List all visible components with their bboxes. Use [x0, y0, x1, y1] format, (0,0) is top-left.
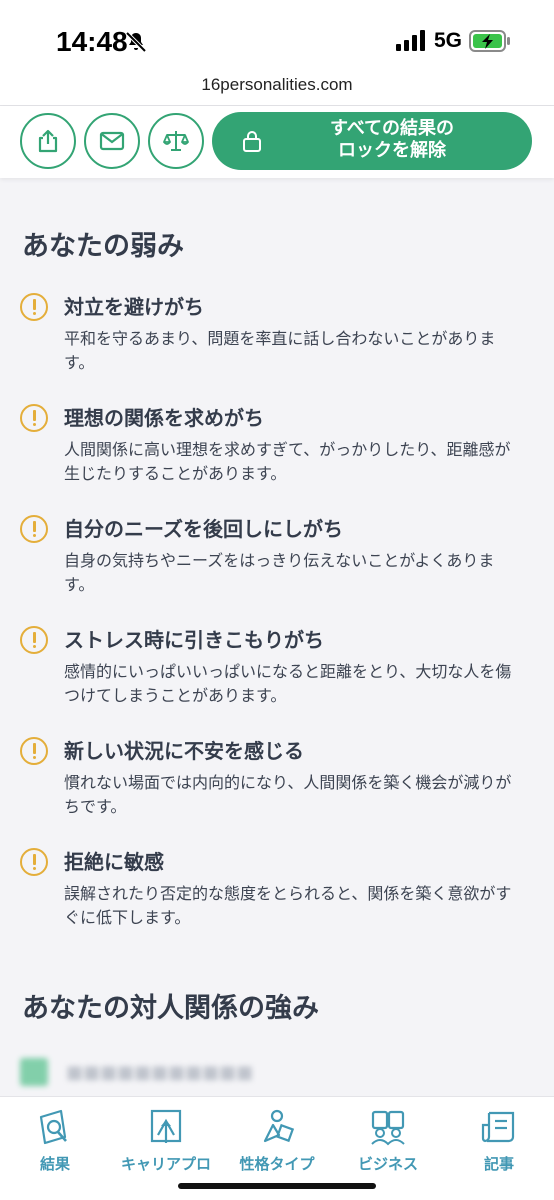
results-icon	[39, 1109, 67, 1145]
warning-icon	[20, 848, 48, 876]
signal-icon	[396, 30, 425, 51]
battery-charging-icon	[469, 30, 510, 52]
nav-label: キャリアプロ	[120, 1155, 211, 1173]
bell-muted-icon	[125, 31, 147, 53]
locked-item-text: ■■■■■■■■■■■	[66, 1061, 254, 1083]
weakness-description: 誤解されたり否定的な態度をとられると、関係を築く意欲がすぐに低下します。	[64, 884, 512, 927]
warning-icon	[20, 404, 48, 432]
relationship-strengths-heading: あなたの対人関係の強み	[22, 993, 319, 1024]
weaknesses-heading: あなたの弱み	[22, 231, 184, 262]
weakness-description: 感情的にいっぱいいっぱいになると距離をとり、大切な人を傷つけてしまうことがありま…	[64, 662, 512, 705]
weakness-description: 人間関係に高い理想を求めすぎて、がっかりしたり、距離感が生じたりすることがありま…	[64, 440, 511, 483]
envelope-icon	[99, 131, 125, 151]
share-button[interactable]	[20, 113, 76, 169]
nav-item-results[interactable]: 結果	[0, 1107, 110, 1174]
weakness-title: 新しい状況に不安を感じる	[64, 739, 304, 763]
weakness-title: ストレス時に引きこもりがち	[64, 628, 324, 652]
weakness-title: 対立を避けがち	[64, 295, 204, 319]
warning-icon	[20, 515, 48, 543]
share-icon	[38, 129, 58, 153]
lock-icon	[243, 131, 261, 152]
warning-icon	[20, 737, 48, 765]
locked-content-preview: ■■■■■■■■■■■	[20, 1058, 253, 1086]
business-icon	[371, 1110, 405, 1146]
nav-label: ビジネス	[357, 1155, 418, 1173]
unlock-all-results-button[interactable]: すべての結果の ロックを解除	[212, 112, 532, 170]
status-bar: 14:48 5G	[0, 0, 554, 72]
nav-item-business[interactable]: ビジネス	[333, 1107, 443, 1174]
weakness-title: 理想の関係を求めがち	[64, 406, 264, 430]
weakness-description: 平和を守るあまり、問題を率直に話し合わないことがあります。	[64, 329, 496, 372]
nav-label: 記事	[483, 1155, 514, 1173]
weakness-description: 自身の気持ちやニーズをはっきり伝えないことがよくあります。	[64, 551, 495, 594]
locked-item-icon	[20, 1058, 48, 1086]
nav-item-articles[interactable]: 記事	[444, 1107, 554, 1174]
scale-icon	[163, 131, 189, 151]
warning-icon	[20, 626, 48, 654]
nav-item-career[interactable]: キャリアプロ	[111, 1107, 221, 1174]
action-toolbar: すべての結果の ロックを解除	[0, 106, 554, 178]
nav-label: 性格タイプ	[239, 1155, 315, 1173]
warning-icon	[20, 293, 48, 321]
email-button[interactable]	[84, 113, 140, 169]
url-text: 16personalities.com	[201, 75, 353, 94]
network-type: 5G	[434, 29, 463, 52]
articles-icon	[481, 1111, 515, 1143]
personality-types-icon	[263, 1109, 295, 1143]
status-time: 14:48	[56, 26, 128, 57]
weakness-title: 自分のニーズを後回しにしがち	[64, 517, 343, 541]
weakness-description: 慣れない場面では内向的になり、人間関係を築く機会が減りがちです。	[64, 773, 512, 816]
nav-label: 結果	[39, 1155, 70, 1173]
home-indicator[interactable]	[178, 1183, 376, 1189]
nav-item-personality-types[interactable]: 性格タイプ	[222, 1107, 332, 1174]
unlock-button-label: すべての結果の ロックを解除	[329, 118, 455, 161]
weakness-title: 拒絶に敏感	[64, 850, 164, 874]
compare-button[interactable]	[148, 113, 204, 169]
career-icon	[150, 1109, 182, 1143]
address-bar[interactable]: 16personalities.com	[0, 72, 554, 106]
